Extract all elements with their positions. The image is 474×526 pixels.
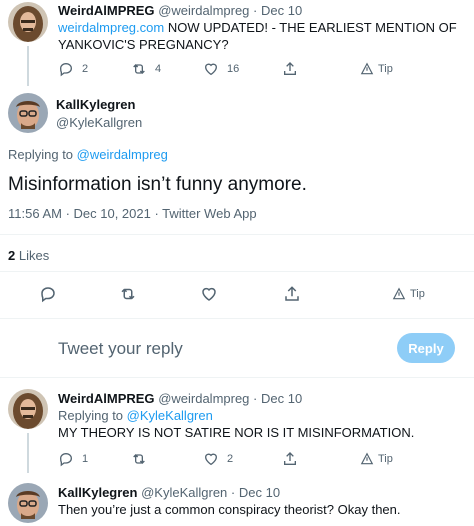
share-action[interactable] (282, 451, 298, 467)
retweet-action[interactable] (119, 285, 137, 303)
divider (0, 318, 474, 319)
like-action[interactable]: 2 (203, 451, 233, 467)
share-icon (285, 286, 299, 301)
like-action[interactable] (200, 285, 218, 303)
reply-action[interactable]: 2 (58, 61, 88, 77)
tweet1-text-line2: YANKOVIC'S PREGNANCY? (58, 37, 229, 52)
tweet-text: NOW UPDATED! - THE EARLIEST MENTION OF (164, 20, 457, 35)
like-count: 2 (227, 453, 234, 465)
retweet-icon (133, 64, 145, 74)
tip-action[interactable]: Tip (360, 452, 393, 466)
tip-label: Tip (410, 288, 425, 300)
reply-count: 1 (82, 453, 89, 465)
heart-icon (202, 287, 216, 301)
tweet-link[interactable]: weirdalmpreg.com (58, 20, 164, 35)
reply1-text: MY THEORY IS NOT SATIRE NOR IS IT MISINF… (58, 425, 415, 440)
divider (0, 377, 474, 378)
separator: · (253, 3, 258, 18)
reply2-header: KallKylegren @KyleKallgren · Dec 10 (58, 485, 280, 501)
likes-label: Likes (15, 248, 50, 263)
share-icon (284, 452, 296, 465)
replying-to: Replying to @weirdalmpreg (8, 147, 168, 163)
tip-icon (360, 452, 374, 465)
like-count: 16 (227, 63, 240, 75)
divider (0, 234, 474, 235)
retweet-icon (133, 454, 145, 464)
tip-icon (392, 287, 406, 300)
handle[interactable]: @weirdalmpreg (158, 391, 249, 406)
reply-action[interactable]: 1 (58, 451, 88, 467)
separator: · (230, 485, 236, 500)
avatar-weirdalmpreg[interactable] (8, 389, 48, 429)
reply-icon (59, 452, 73, 467)
reply-button[interactable]: Reply (397, 333, 455, 363)
retweet-action[interactable] (131, 451, 147, 467)
retweet-action[interactable]: 4 (131, 61, 161, 77)
reply2-text: Then you’re just a common conspiracy the… (58, 502, 401, 517)
retweet-icon (121, 288, 135, 300)
tip-action[interactable]: Tip (392, 287, 425, 301)
tweet1-text: weirdalmpreg.com NOW UPDATED! - THE EARL… (58, 20, 457, 36)
tip-action[interactable]: Tip (360, 62, 393, 76)
reply-action[interactable] (39, 285, 57, 303)
timestamp[interactable]: Dec 10 (239, 485, 280, 500)
tweet-meta[interactable]: 11:56 AM · Dec 10, 2021 · Twitter Web Ap… (8, 206, 257, 222)
replying-handle[interactable]: @weirdalmpreg (77, 147, 168, 162)
thread-line (27, 46, 29, 86)
share-icon (284, 62, 296, 75)
heart-icon (204, 453, 218, 466)
avatar-weirdalmpreg[interactable] (8, 2, 48, 42)
tip-icon (360, 62, 374, 75)
divider (0, 271, 474, 272)
main-handle[interactable]: @KyleKallgren (56, 115, 142, 130)
main-display-name[interactable]: KallKylegren (56, 97, 135, 112)
timestamp[interactable]: Dec 10 (261, 3, 302, 18)
avatar-kallkylegren[interactable] (8, 483, 48, 523)
reply-count: 2 (82, 63, 89, 75)
likes-stat[interactable]: 2 Likes (8, 248, 49, 264)
tweet1-header: WeirdAlMPREG @weirdalmpreg · Dec 10 (58, 3, 302, 19)
replying-prefix: Replying to (8, 147, 77, 162)
reply-icon (59, 62, 73, 77)
reply1-replying-to: Replying to @KyleKallgren (58, 408, 213, 424)
reply-composer-input[interactable]: Tweet your reply (58, 339, 183, 359)
display-name[interactable]: WeirdAlMPREG (58, 391, 155, 406)
share-action[interactable] (282, 61, 298, 77)
handle[interactable]: @KyleKallgren (141, 485, 227, 500)
display-name[interactable]: KallKylegren (58, 485, 137, 500)
reply-icon (41, 287, 55, 303)
reply1-header: WeirdAlMPREG @weirdalmpreg · Dec 10 (58, 391, 302, 407)
avatar-kallkylegren[interactable] (8, 93, 48, 133)
share-action[interactable] (283, 285, 301, 303)
retweet-count: 4 (155, 63, 162, 75)
separator: · (253, 391, 258, 406)
display-name[interactable]: WeirdAlMPREG (58, 3, 155, 18)
replying-prefix: Replying to (58, 408, 127, 423)
thread-line (27, 433, 29, 473)
main-tweet-text: Misinformation isn’t funny anymore. (8, 174, 307, 195)
tip-label: Tip (378, 453, 393, 465)
heart-icon (204, 63, 218, 76)
tip-label: Tip (378, 63, 393, 75)
timestamp[interactable]: Dec 10 (261, 391, 302, 406)
handle[interactable]: @weirdalmpreg (158, 3, 249, 18)
like-action[interactable]: 16 (203, 61, 239, 77)
replying-handle[interactable]: @KyleKallgren (127, 408, 213, 423)
